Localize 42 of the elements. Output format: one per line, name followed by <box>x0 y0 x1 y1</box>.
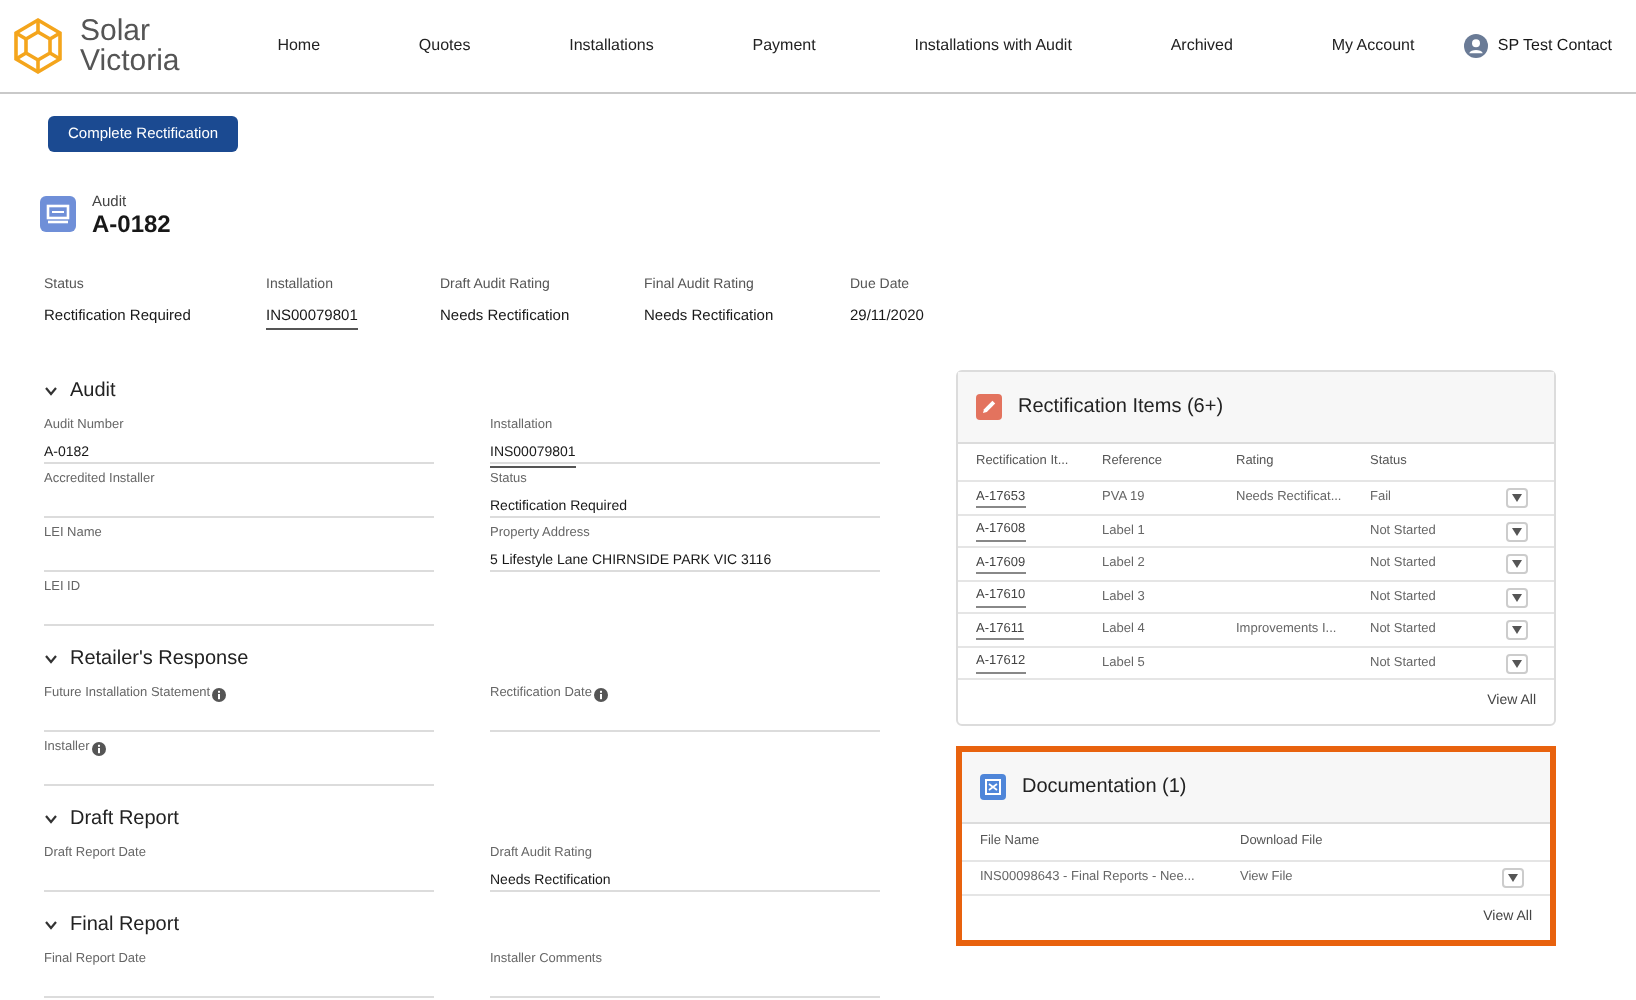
nav-link[interactable]: Payment <box>752 34 816 58</box>
caret-down-icon <box>1512 626 1522 634</box>
section-title[interactable]: Draft Report <box>70 803 179 834</box>
card-title: Rectification Items (6+) <box>1018 394 1224 423</box>
chevron-icon[interactable] <box>44 383 58 398</box>
nav-link[interactable]: Archived <box>1170 34 1233 58</box>
document-icon <box>980 774 1006 801</box>
record-name: A-0182 <box>92 211 171 235</box>
chevron-icon[interactable] <box>44 811 58 826</box>
brand-name[interactable]: Solar Victoria <box>80 16 180 76</box>
section-title[interactable]: Final Report <box>70 909 179 940</box>
caret-down-icon <box>1512 593 1522 601</box>
chevron-icon[interactable] <box>44 651 58 666</box>
section-title[interactable]: Retailer's Response <box>70 643 249 674</box>
card-title: Documentation (1) <box>1022 774 1187 803</box>
nav-link[interactable]: Quotes <box>418 34 471 58</box>
row-menu-button[interactable] <box>1506 554 1528 574</box>
info-icon[interactable] <box>593 687 608 702</box>
user-name[interactable]: SP Test Contact <box>1497 34 1612 58</box>
row-menu-button[interactable] <box>1506 521 1528 541</box>
row-menu-button[interactable] <box>1506 653 1528 673</box>
sun-logo-icon <box>8 16 68 76</box>
user-avatar-icon[interactable] <box>1463 34 1488 58</box>
row-menu-button[interactable] <box>1506 488 1528 508</box>
section-title[interactable]: Audit <box>70 375 116 406</box>
row-menu-button[interactable] <box>1506 587 1528 607</box>
record-icon <box>40 196 76 233</box>
pencil-icon <box>976 394 1002 421</box>
nav-link[interactable]: Installations with Audit <box>914 34 1072 58</box>
row-menu-button[interactable] <box>1506 620 1528 640</box>
nav-link[interactable]: Installations <box>569 34 654 58</box>
info-icon[interactable] <box>91 741 106 756</box>
row-menu-button[interactable] <box>1502 868 1524 888</box>
chevron-icon[interactable] <box>44 917 58 932</box>
caret-down-icon <box>1512 659 1522 667</box>
nav-link[interactable]: My Account <box>1331 34 1415 58</box>
caret-down-icon <box>1512 560 1522 568</box>
caret-down-icon <box>1512 527 1522 535</box>
nav-link[interactable]: Home <box>277 34 321 58</box>
info-icon[interactable] <box>212 687 227 702</box>
caret-down-icon <box>1508 874 1518 882</box>
caret-down-icon <box>1512 494 1522 502</box>
